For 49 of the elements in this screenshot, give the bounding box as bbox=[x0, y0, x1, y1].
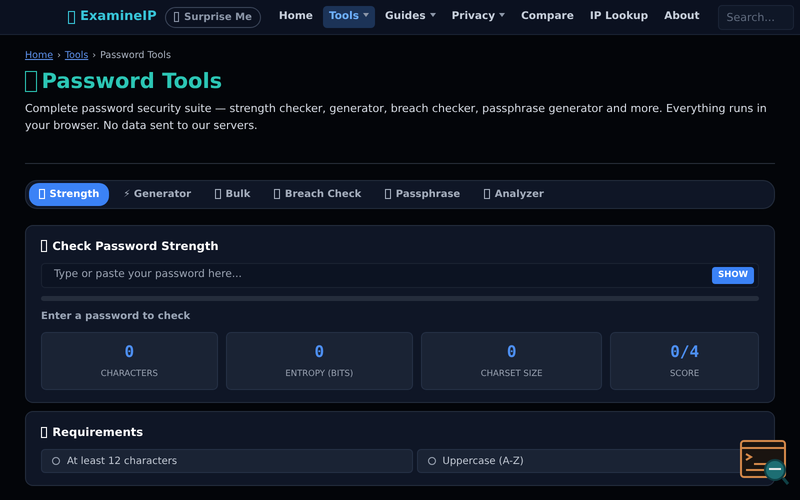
nav-link[interactable]: Privacy bbox=[446, 6, 512, 28]
tab[interactable]: Breach Check bbox=[264, 182, 372, 206]
missing-glyph-icon bbox=[385, 188, 391, 199]
missing-glyph-icon bbox=[484, 188, 490, 199]
nav-link[interactable]: About bbox=[658, 6, 706, 28]
stat-value: 0 bbox=[124, 341, 134, 364]
missing-glyph-icon bbox=[25, 71, 37, 92]
breadcrumb-link[interactable]: Home bbox=[25, 49, 54, 64]
stat-label: CHARACTERS bbox=[100, 368, 158, 382]
stat-value: 0 bbox=[314, 341, 324, 364]
tab[interactable]: Passphrase bbox=[375, 182, 470, 206]
missing-glyph-icon bbox=[274, 188, 280, 199]
browser-search-icon[interactable] bbox=[740, 440, 790, 486]
missing-glyph-icon bbox=[68, 10, 76, 24]
breadcrumb-link[interactable]: Tools bbox=[64, 49, 88, 64]
surprise-button[interactable]: Surprise Me bbox=[164, 6, 261, 28]
breadcrumb-current: Password Tools bbox=[100, 49, 171, 63]
breadcrumb-separator: › bbox=[57, 49, 61, 63]
nav-link[interactable]: Compare bbox=[515, 6, 580, 28]
tab[interactable]: Analyzer bbox=[474, 182, 554, 206]
password-field[interactable]: Type or paste your password here... SHOW bbox=[41, 262, 759, 288]
stat-value: 0/4 bbox=[670, 341, 700, 364]
tab[interactable]: ⚡ Generator bbox=[113, 182, 202, 206]
stat-label: SCORE bbox=[670, 368, 700, 382]
search-field[interactable]: Search... bbox=[718, 4, 794, 30]
breadcrumb-separator: › bbox=[92, 49, 96, 63]
tab[interactable]: Bulk bbox=[205, 182, 260, 206]
stat-value: 0 bbox=[506, 341, 516, 364]
nav-link[interactable]: Home bbox=[272, 6, 319, 28]
card-title: Check Password Strength bbox=[41, 238, 759, 255]
nav-link[interactable]: Guides bbox=[378, 6, 442, 28]
page-title: Password Tools bbox=[25, 69, 775, 94]
missing-glyph-icon bbox=[41, 426, 48, 438]
missing-glyph-icon bbox=[215, 188, 221, 199]
card-title: Requirements bbox=[41, 424, 759, 442]
missing-glyph-icon bbox=[39, 188, 44, 199]
strength-status: Enter a password to check bbox=[41, 310, 192, 324]
requirement-text: At least 12 characters bbox=[67, 454, 178, 469]
brand-link[interactable]: ExamineIP bbox=[68, 7, 157, 27]
missing-glyph-icon bbox=[41, 240, 48, 252]
missing-glyph-icon bbox=[174, 12, 180, 22]
tab[interactable]: Strength bbox=[29, 182, 110, 206]
page-description: Complete password security suite — strength checker, generator, breach checker, passphrase generator and more. Everything runs in your browser. No data sent to our servers. bbox=[25, 101, 768, 134]
nav-link[interactable]: Tools bbox=[322, 6, 375, 28]
nav-link[interactable]: IP Lookup bbox=[584, 6, 654, 28]
show-button[interactable]: SHOW bbox=[712, 266, 754, 284]
stat-label: CHARSET SIZE bbox=[480, 368, 543, 382]
requirement-text: Uppercase (A-Z) bbox=[442, 454, 524, 469]
stat-label: ENTROPY (BITS) bbox=[285, 368, 354, 382]
